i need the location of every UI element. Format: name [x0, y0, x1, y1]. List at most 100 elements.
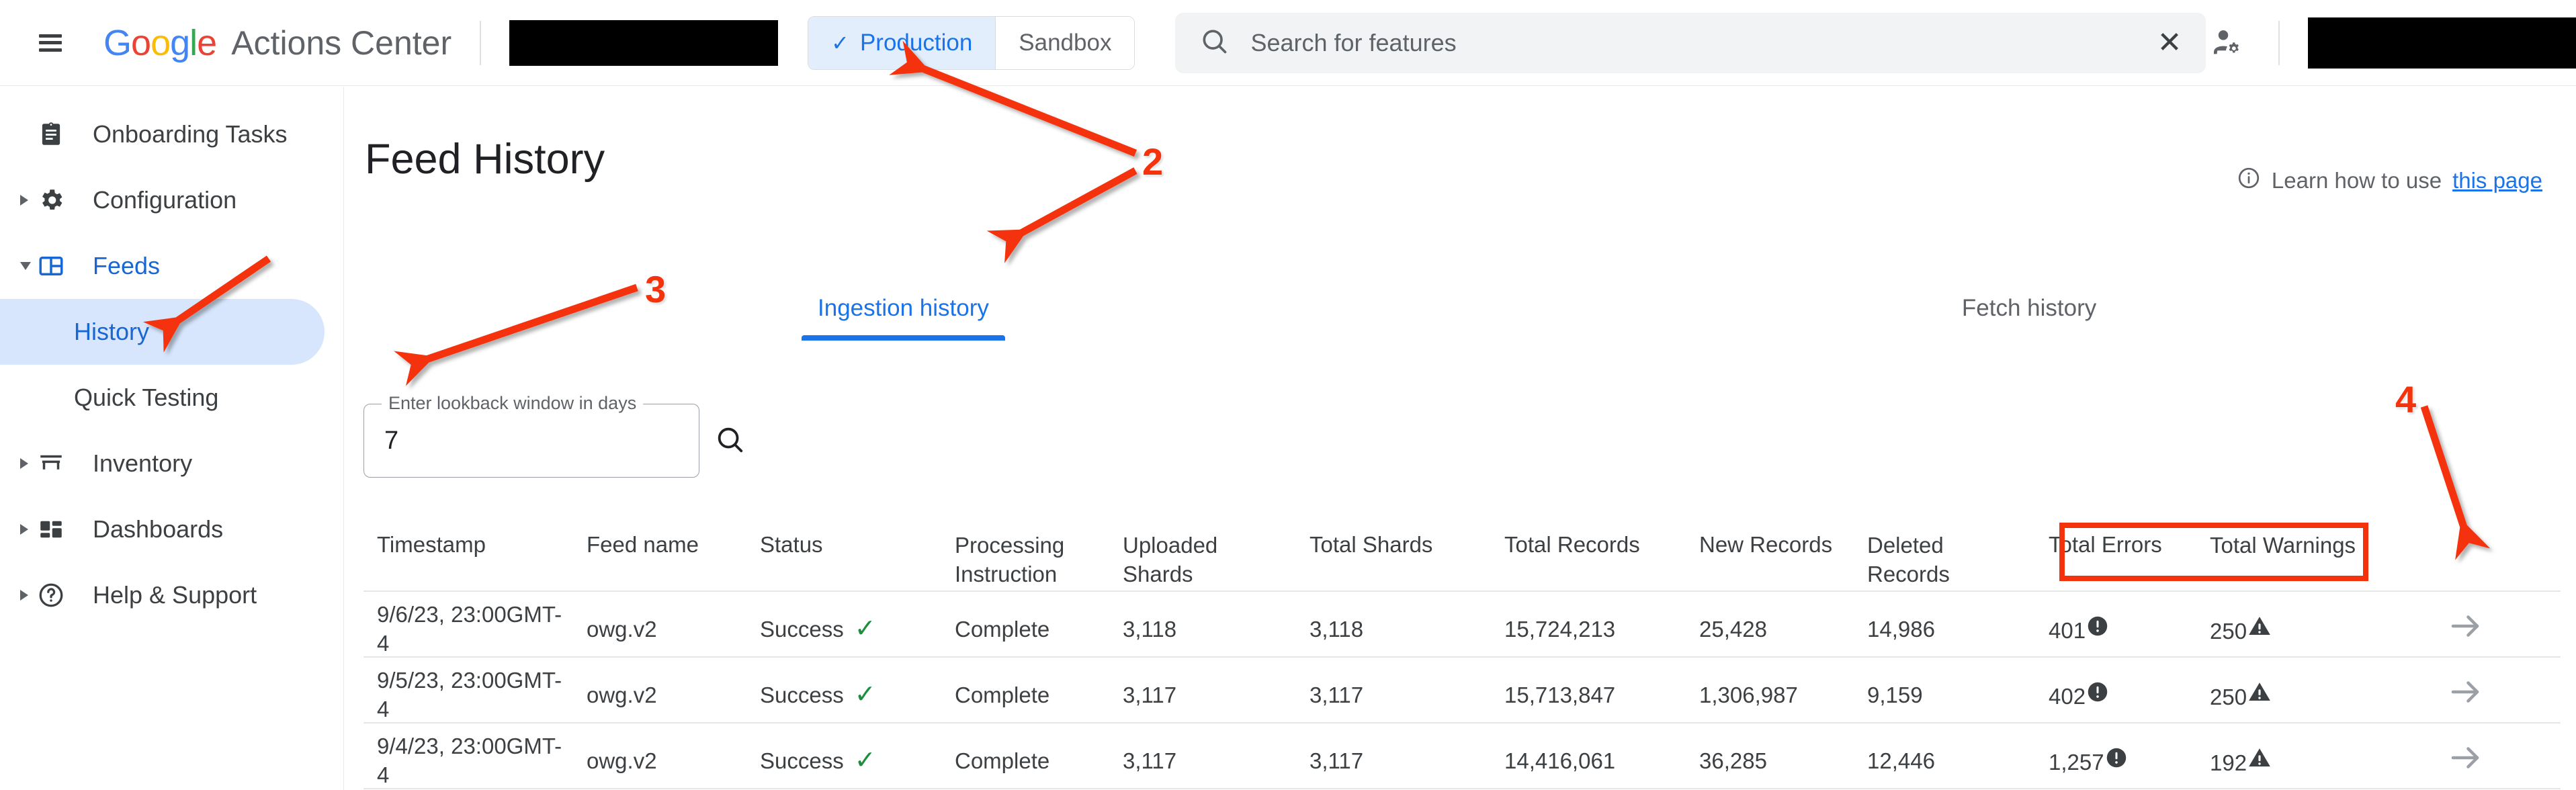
cell-new-records: 25,428 — [1686, 592, 1854, 658]
sidebar-item-label: Onboarding Tasks — [93, 120, 288, 148]
column-header-total-warnings[interactable]: Total Warnings — [2196, 517, 2366, 592]
sidebar-item-configuration[interactable]: Configuration — [0, 167, 325, 233]
error-circle-icon — [2086, 617, 2110, 643]
cell-total-errors[interactable]: 402 — [2035, 658, 2196, 723]
feature-search-bar[interactable]: ✕ — [1175, 12, 2206, 73]
error-circle-icon — [2104, 748, 2129, 775]
column-header-total-shards[interactable]: Total Shards — [1296, 517, 1491, 592]
this-page-link[interactable]: this page — [2452, 168, 2542, 193]
sidebar-item-quick-testing[interactable]: Quick Testing — [0, 365, 325, 431]
cell-processing-instruction: Complete — [941, 658, 1109, 723]
cell-total-records: 15,724,213 — [1491, 592, 1686, 658]
column-header-total-errors[interactable]: Total Errors — [2035, 517, 2196, 592]
brand-logo[interactable]: Google Actions Center — [103, 25, 452, 61]
table-row[interactable]: 9/5/23, 23:00GMT-4 owg.v2 Success ✓ Complete… — [363, 658, 2561, 723]
cell-row-detail[interactable] — [2366, 658, 2561, 723]
column-header-total-records[interactable]: Total Records — [1491, 517, 1686, 592]
check-icon: ✓ — [854, 615, 876, 644]
cell-total-shards: 3,117 — [1296, 658, 1491, 723]
cell-total-records: 15,713,847 — [1491, 658, 1686, 723]
environment-toggle[interactable]: ✓ Production Sandbox — [808, 15, 1135, 70]
column-header-processing-instruction[interactable]: Processing Instruction — [941, 517, 1109, 592]
total-errors-value: 1,257 — [2049, 750, 2104, 775]
column-header-status[interactable]: Status — [746, 517, 941, 592]
sidebar-item-label: Configuration — [93, 186, 237, 214]
top-app-bar: Google Actions Center ✓ Production Sandb… — [0, 0, 2576, 86]
column-header-timestamp[interactable]: Timestamp — [363, 517, 573, 592]
sandbox-toggle-label: Sandbox — [1019, 29, 1112, 56]
cell-processing-instruction: Complete — [941, 592, 1109, 658]
cell-total-errors[interactable]: 401 — [2035, 592, 2196, 658]
column-header-line1: Processing — [955, 533, 1065, 558]
search-input[interactable] — [1249, 28, 2137, 58]
sidebar-item-history[interactable]: History — [0, 299, 325, 365]
total-warnings-value: 192 — [2210, 750, 2247, 776]
sidebar-item-onboarding-tasks[interactable]: Onboarding Tasks — [0, 101, 325, 167]
search-icon[interactable] — [714, 424, 745, 458]
column-header-line2: Warnings — [2262, 533, 2356, 558]
warning-triangle-icon — [2247, 748, 2272, 775]
error-circle-icon — [2086, 683, 2110, 709]
annotation-number-3: 3 — [645, 268, 667, 310]
cell-timestamp: 9/5/23, 23:00GMT-4 — [363, 658, 573, 723]
sidebar-navigation: Onboarding Tasks Configuration Feeds His… — [0, 87, 344, 790]
cell-deleted-records: 12,446 — [1854, 723, 2035, 789]
cell-total-shards: 3,117 — [1296, 723, 1491, 789]
warning-triangle-icon — [2247, 617, 2272, 644]
user-email-redacted — [2308, 17, 2576, 69]
arrow-right-icon[interactable] — [2447, 608, 2483, 650]
column-header-feed-name[interactable]: Feed name — [573, 517, 746, 592]
cell-status: Success ✓ — [746, 592, 941, 658]
sidebar-item-feeds[interactable]: Feeds — [0, 233, 325, 299]
cell-timestamp: 9/6/23, 23:00GMT-4 — [363, 592, 573, 658]
arrow-right-icon[interactable] — [2447, 740, 2483, 782]
cell-total-errors[interactable]: 1,257 — [2035, 723, 2196, 789]
person-gear-icon[interactable] — [2206, 21, 2250, 65]
sidebar-item-inventory[interactable]: Inventory — [0, 431, 325, 496]
main-content: Feed History Learn how to use this page … — [345, 87, 2576, 790]
header-divider-1 — [480, 20, 482, 65]
arrow-right-icon[interactable] — [2447, 674, 2483, 716]
cell-uploaded-shards: 3,118 — [1109, 592, 1296, 658]
learn-how-to-use-banner: Learn how to use this page — [2237, 166, 2542, 195]
production-toggle-button[interactable]: ✓ Production — [808, 16, 996, 69]
gear-icon — [35, 184, 67, 216]
lookback-window-field[interactable]: Enter lookback window in days — [363, 393, 743, 478]
cell-total-warnings[interactable]: 192 — [2196, 723, 2366, 789]
close-icon[interactable]: ✕ — [2157, 28, 2182, 58]
history-tabs: Ingestion history Fetch history — [802, 295, 2112, 341]
column-header-new-records[interactable]: New Records — [1686, 517, 1854, 592]
timestamp-date: 9/5/23, 23:00 — [377, 668, 507, 693]
cell-total-warnings[interactable]: 250 — [2196, 592, 2366, 658]
cell-deleted-records: 9,159 — [1854, 658, 2035, 723]
cell-deleted-records: 14,986 — [1854, 592, 2035, 658]
cell-uploaded-shards: 3,117 — [1109, 723, 1296, 789]
cell-row-detail[interactable] — [2366, 592, 2561, 658]
column-header-actions — [2366, 517, 2561, 592]
table-row[interactable]: 9/6/23, 23:00GMT-4 owg.v2 Success ✓ Complete… — [363, 592, 2561, 658]
chevron-right-icon — [20, 195, 28, 206]
column-header-uploaded-shards[interactable]: Uploaded Shards — [1109, 517, 1296, 592]
lookback-window-input[interactable] — [383, 425, 714, 456]
header-right-cluster — [2206, 17, 2576, 69]
feeds-grid-icon — [35, 250, 67, 282]
timestamp-date: 9/6/23, 23:00 — [377, 602, 507, 627]
check-icon: ✓ — [831, 30, 849, 55]
hamburger-menu-icon[interactable] — [39, 34, 62, 52]
google-logo: Google — [103, 22, 217, 63]
cell-feed-name: owg.v2 — [573, 723, 746, 789]
table-header-row: Timestamp Feed name Status Processing In… — [363, 517, 2561, 592]
sandbox-toggle-button[interactable]: Sandbox — [995, 16, 1135, 69]
cell-row-detail[interactable] — [2366, 723, 2561, 789]
column-header-line2: Records — [1867, 561, 1950, 586]
tab-fetch-history[interactable]: Fetch history — [1946, 295, 2112, 341]
warning-triangle-icon — [2247, 683, 2272, 709]
header-divider-2 — [2278, 20, 2280, 65]
store-icon — [35, 447, 67, 480]
table-row[interactable]: 9/4/23, 23:00GMT-4 owg.v2 Success ✓ Complete… — [363, 723, 2561, 789]
column-header-deleted-records[interactable]: Deleted Records — [1854, 517, 2035, 592]
sidebar-item-dashboards[interactable]: Dashboards — [0, 496, 325, 562]
cell-total-warnings[interactable]: 250 — [2196, 658, 2366, 723]
sidebar-item-help-support[interactable]: Help & Support — [0, 562, 325, 628]
tab-ingestion-history[interactable]: Ingestion history — [802, 295, 1005, 341]
